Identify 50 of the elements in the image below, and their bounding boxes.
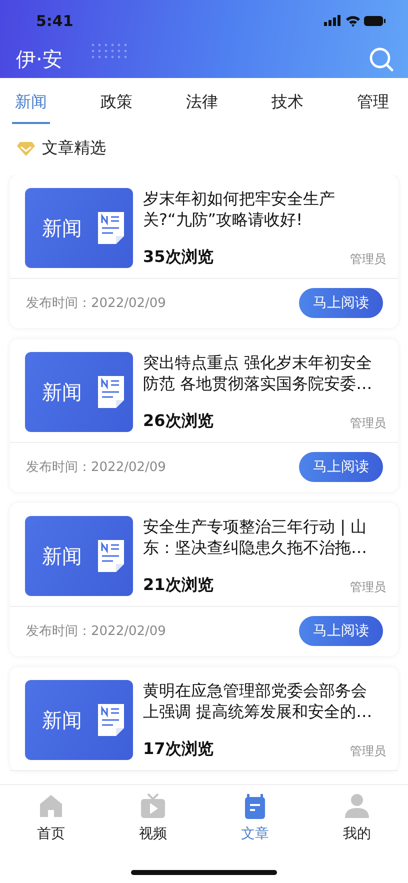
read-now-button[interactable]: 马上阅读 — [299, 288, 383, 318]
document-icon — [96, 538, 126, 574]
nav-tab[interactable]: 文章 — [215, 792, 295, 843]
battery-icon — [364, 16, 386, 26]
nav-tab[interactable]: 首页 — [11, 792, 91, 843]
publish-date: 发布时间：2022/02/09 — [26, 623, 166, 640]
nav-tab[interactable]: 视频 — [113, 792, 193, 843]
status-time: 5:41 — [36, 12, 74, 30]
thumbnail-label: 新闻 — [42, 214, 82, 242]
diamond-icon — [16, 140, 36, 156]
profile-icon — [343, 792, 371, 820]
read-now-button[interactable]: 马上阅读 — [299, 452, 383, 482]
category-tab[interactable]: 技术 — [268, 78, 306, 124]
author-name: 管理员 — [350, 579, 386, 596]
category-tab[interactable]: 政策 — [98, 78, 136, 124]
wifi-icon — [346, 16, 360, 27]
article-title[interactable]: 安全生产专项整治三年行动 | 山东：坚决查纠隐患久拖不治拖… — [143, 516, 379, 558]
view-count: 17次浏览 — [143, 739, 214, 760]
publish-date: 发布时间：2022/02/09 — [26, 295, 166, 312]
article-card[interactable]: 新闻 安全生产专项整治三年行动 | 山东：坚决查纠隐患久拖不治拖… 21次浏览 管理员 发布时间：2022/02/09 马上阅读 — [10, 503, 398, 656]
video-icon — [139, 792, 167, 820]
category-tab[interactable]: 管理 — [354, 78, 392, 124]
category-tab[interactable]: 法律 — [183, 78, 221, 124]
search-icon[interactable] — [368, 46, 394, 72]
article-card[interactable]: 新闻 突出特点重点 强化岁末年初安全防范 各地贯彻落实国务院安委… 26次浏览 管理员 发布时间：2022/02/09 马上阅读 — [10, 339, 398, 492]
section-title: 文章精选 — [42, 138, 106, 159]
author-name: 管理员 — [350, 743, 386, 760]
article-card[interactable]: 新闻 岁末年初如何把牢安全生产关?“九防”攻略请收好! 35次浏览 管理员 发布时间：2022/02/09 马上阅读 — [10, 175, 398, 328]
document-icon — [96, 374, 126, 410]
nav-tab[interactable]: 我的 — [317, 792, 397, 843]
publish-date: 发布时间：2022/02/09 — [26, 459, 166, 476]
document-icon — [96, 210, 126, 246]
app-title: 伊·安 — [16, 46, 62, 72]
thumbnail-label: 新闻 — [42, 706, 82, 734]
article-card[interactable]: 新闻 黄明在应急管理部党委会部务会上强调 提高统筹发展和安全的… 17次浏览 管理员 — [10, 667, 398, 771]
category-tab[interactable]: 新闻 — [12, 78, 50, 124]
article-title[interactable]: 岁末年初如何把牢安全生产关?“九防”攻略请收好! — [143, 188, 379, 230]
author-name: 管理员 — [350, 251, 386, 268]
author-name: 管理员 — [350, 415, 386, 432]
document-icon — [96, 702, 126, 738]
view-count: 21次浏览 — [143, 575, 214, 596]
thumbnail-label: 新闻 — [42, 378, 82, 406]
view-count: 26次浏览 — [143, 411, 214, 432]
article-title[interactable]: 黄明在应急管理部党委会部务会上强调 提高统筹发展和安全的… — [143, 680, 379, 722]
signal-icon — [324, 15, 340, 26]
home-icon — [37, 792, 65, 820]
view-count: 35次浏览 — [143, 247, 214, 268]
thumbnail-label: 新闻 — [42, 542, 82, 570]
article-title[interactable]: 突出特点重点 强化岁末年初安全防范 各地贯彻落实国务院安委… — [143, 352, 379, 394]
read-now-button[interactable]: 马上阅读 — [299, 616, 383, 646]
